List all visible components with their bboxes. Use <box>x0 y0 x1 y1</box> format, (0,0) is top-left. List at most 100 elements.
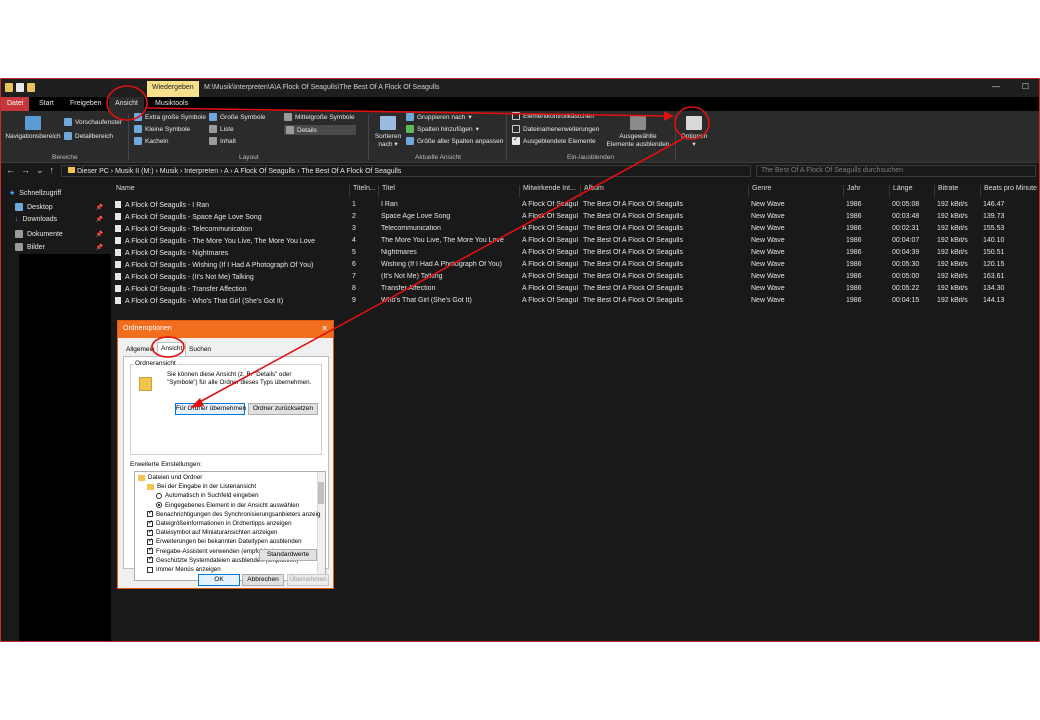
column-header-name[interactable]: Name <box>113 185 349 197</box>
column-header-bitrate[interactable]: Bitrate <box>934 185 980 197</box>
layout-list[interactable]: Liste <box>209 125 234 133</box>
column-header-bpm[interactable]: Beats pro Minute <box>980 185 1039 197</box>
hidden-items-toggle[interactable]: Ausgeblendete Elemente <box>512 135 596 145</box>
column-header-track[interactable]: Titeln... <box>349 185 377 197</box>
minimize-icon[interactable]: — <box>992 82 1000 91</box>
item-checkboxes-toggle[interactable]: Elementkontrollkästchen <box>512 112 594 120</box>
hide-selected-button[interactable]: Ausgewählte Elemente ausblenden <box>604 116 672 149</box>
radio-button[interactable] <box>156 492 162 499</box>
setting-check[interactable]: Dateisymbol auf Miniaturansichten anzeig… <box>147 528 277 536</box>
checkbox[interactable] <box>147 566 153 573</box>
layout-tiles[interactable]: Kacheln <box>134 137 169 145</box>
tab-music-tools[interactable]: Musiktools <box>149 97 194 111</box>
tree-scrollbar[interactable] <box>317 472 325 580</box>
sort-by-button[interactable]: Sortieren nach ▾ <box>373 116 403 149</box>
back-icon[interactable]: ← <box>6 165 21 175</box>
cell-text: 192 kBit/s <box>937 249 968 256</box>
window-title: M:\Musik\Interpreten\A\A Flock Of Seagul… <box>204 84 440 91</box>
search-input[interactable]: The Best Of A Flock Of Seagulls durchsuc… <box>756 165 1036 177</box>
column-header-length[interactable]: Länge <box>889 185 934 197</box>
layout-medium-icons[interactable]: Mittelgroße Symbole <box>284 113 355 121</box>
sidebar-item-pictures[interactable]: Bilder 📌 <box>15 243 105 251</box>
file-extensions-toggle[interactable]: Dateinamenerweiterungen <box>512 125 599 133</box>
address-bar[interactable]: Dieser PC › Musik II (M:) › Musik › Inte… <box>61 165 751 177</box>
add-columns-button[interactable]: Spalten hinzufügen ▾ <box>406 125 479 133</box>
reset-folders-button[interactable]: Ordner zurücksetzen <box>248 403 318 415</box>
table-row[interactable]: A Flock Of Seagulls - The More You Live,… <box>111 236 1039 248</box>
properties-icon[interactable] <box>16 83 24 92</box>
column-header-artist[interactable]: Mitwirkende Int... <box>519 185 579 197</box>
preview-pane-button[interactable]: Vorschaufenster <box>64 118 122 126</box>
sidebar-item-desktop[interactable]: Desktop 📌 <box>15 203 105 211</box>
layout-extra-large-icons[interactable]: Extra große Symbole <box>134 113 206 121</box>
checkbox[interactable] <box>147 509 153 518</box>
column-header-album[interactable]: Album <box>580 185 748 197</box>
forward-icon[interactable]: → <box>21 165 36 175</box>
setting-check[interactable]: Erweiterungen bei bekannten Dateitypen a… <box>147 537 302 545</box>
setting-check[interactable]: Dateigrößeinformationen in Ordnertipps a… <box>147 519 292 527</box>
checkbox[interactable] <box>147 555 153 564</box>
tab-view[interactable]: Ansicht <box>109 97 144 111</box>
restore-defaults-button[interactable]: Standardwerte <box>259 549 317 561</box>
table-row[interactable]: A Flock Of Seagulls - (It's Not Me) Talk… <box>111 272 1039 284</box>
layout-large-icons[interactable]: Große Symbole <box>209 113 266 121</box>
options-button[interactable]: Optionen ▾ <box>679 116 709 149</box>
details-pane-button[interactable]: Detailbereich <box>64 132 113 140</box>
table-row[interactable]: A Flock Of Seagulls - I Ran 1 I Ran A Flock… <box>111 200 1039 212</box>
layout-details[interactable]: Details <box>284 125 356 135</box>
pin-icon: 📌 <box>95 217 103 223</box>
layout-content[interactable]: Inhalt <box>209 137 236 145</box>
group-by-button[interactable]: Gruppieren nach ▾ <box>406 113 472 121</box>
checkbox[interactable] <box>147 546 153 555</box>
folder-icon[interactable] <box>5 83 13 92</box>
setting-check[interactable]: Freigabe-Assistent verwenden (empfohlen) <box>147 546 274 555</box>
scrollbar-thumb[interactable] <box>318 482 324 504</box>
tab-general[interactable]: Allgemein <box>124 345 157 354</box>
checkbox[interactable] <box>147 519 153 527</box>
tab-file[interactable]: Datei <box>1 97 30 111</box>
checkbox[interactable] <box>147 528 153 536</box>
context-tab-play[interactable]: Wiedergeben <box>147 81 199 97</box>
sidebar-item-quick-access[interactable]: ★ Schnellzugriff <box>9 189 99 198</box>
setting-check[interactable]: Benachrichtigungen des Synchronisierungs… <box>147 509 320 518</box>
close-icon[interactable]: ✕ <box>321 324 328 333</box>
apply-button[interactable]: Übernehmen <box>287 574 329 586</box>
setting-check[interactable]: Immer Menüs anzeigen <box>147 566 221 573</box>
column-header-year[interactable]: Jahr <box>843 185 889 197</box>
new-folder-icon[interactable] <box>27 83 35 92</box>
sidebar-item-downloads[interactable]: ↓ Downloads 📌 <box>15 216 105 223</box>
table-cell-title: Wishing (If I Had A Photograph Of You) <box>381 261 518 268</box>
setting-radio[interactable]: Automatisch in Suchfeld eingeben <box>156 492 259 499</box>
column-header-title[interactable]: Titel <box>378 185 518 197</box>
table-row[interactable]: A Flock Of Seagulls - Transfer Affection… <box>111 284 1039 296</box>
maximize-icon[interactable]: ☐ <box>1022 82 1029 91</box>
audio-file-icon <box>115 213 121 220</box>
table-row[interactable]: A Flock Of Seagulls - Telecommunication 3… <box>111 224 1039 236</box>
table-row[interactable]: A Flock Of Seagulls - Nightmares 5 Nightma… <box>111 248 1039 260</box>
breadcrumb: Dieser PC › Musik II (M:) › Musik › Inte… <box>76 168 402 175</box>
tab-view[interactable]: Ansicht <box>157 342 187 357</box>
table-row[interactable]: A Flock Of Seagulls - Wishing (If I Had … <box>111 260 1039 272</box>
tab-share[interactable]: Freigeben <box>64 97 108 111</box>
chevron-down-icon[interactable]: ⌄ <box>36 165 50 175</box>
tab-search[interactable]: Suchen <box>187 345 213 354</box>
folder-icon <box>147 483 154 490</box>
table-row[interactable]: A Flock Of Seagulls - Space Age Love Son… <box>111 212 1039 224</box>
tab-start[interactable]: Start <box>33 97 60 111</box>
setting-radio[interactable]: Eingegebenes Element in der Ansicht ausw… <box>156 502 299 509</box>
column-header-genre[interactable]: Genre <box>748 185 843 197</box>
table-row[interactable]: A Flock Of Seagulls - Who's That Girl (S… <box>111 296 1039 308</box>
checkbox[interactable] <box>147 537 153 545</box>
apply-to-folders-button[interactable]: Für Ordner übernehmen <box>175 403 246 415</box>
sidebar-item-documents[interactable]: Dokumente 📌 <box>15 230 105 238</box>
layout-small-icons[interactable]: Kleine Symbole <box>134 125 190 133</box>
table-cell-nr: 4 <box>352 237 376 244</box>
advanced-settings-tree[interactable]: Dateien und Ordner Bei der Eingabe in der… <box>134 471 326 581</box>
radio-button[interactable] <box>156 502 162 509</box>
cancel-button[interactable]: Abbrechen <box>242 574 284 586</box>
fit-columns-button[interactable]: Größe aller Spalten anpassen <box>406 137 503 145</box>
navigation-pane-button[interactable]: Navigationsbereich <box>5 116 61 141</box>
table-cell-genre: New Wave <box>751 225 841 232</box>
ok-button[interactable]: OK <box>198 574 240 586</box>
up-icon[interactable]: ↑ <box>50 165 61 175</box>
